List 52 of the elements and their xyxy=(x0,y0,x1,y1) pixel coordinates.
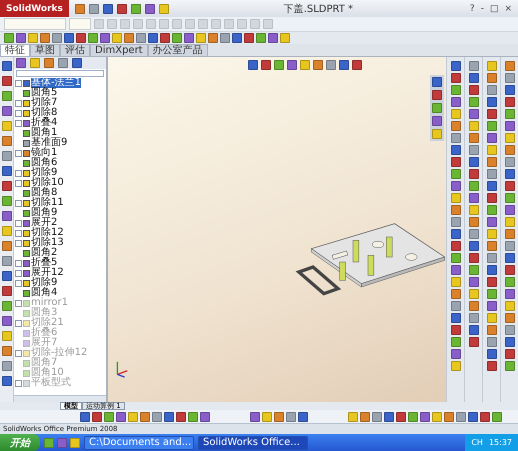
tree-item[interactable]: 切除12 xyxy=(14,228,106,238)
clock: 15:37 xyxy=(488,438,512,447)
tree-item[interactable]: 切除9 xyxy=(14,278,106,288)
taskbar-button[interactable]: SolidWorks Office... xyxy=(198,436,308,450)
font-field[interactable] xyxy=(4,18,66,30)
tree-item[interactable]: 圆角6 xyxy=(14,158,106,168)
expand-icon[interactable] xyxy=(15,320,22,326)
tree-item[interactable]: 圆角5 xyxy=(14,88,106,98)
tree-item[interactable]: 圆角2 xyxy=(14,248,106,258)
expand-icon[interactable] xyxy=(15,380,22,386)
taskbar-button[interactable]: C:\Documents and... xyxy=(84,436,194,450)
tree-item[interactable]: 切除13 xyxy=(14,238,106,248)
expand-icon[interactable] xyxy=(15,200,22,206)
tree-item[interactable]: 圆角9 xyxy=(14,208,106,218)
size-field[interactable] xyxy=(69,18,91,30)
tool-icon[interactable] xyxy=(144,4,155,14)
expand-icon[interactable] xyxy=(15,300,22,306)
app-logo[interactable]: SolidWorks xyxy=(0,0,69,17)
tab[interactable]: 办公室产品 xyxy=(148,44,208,56)
expand-icon[interactable] xyxy=(15,350,22,356)
window-button[interactable]: - xyxy=(478,4,486,14)
tree-item[interactable]: 切除10 xyxy=(14,178,106,188)
tool-icon[interactable] xyxy=(116,4,127,14)
tree-item[interactable]: 切除7 xyxy=(14,98,106,108)
tab[interactable]: 草图 xyxy=(30,44,60,56)
tree-item[interactable]: 展开12 xyxy=(14,268,106,278)
tree-item[interactable]: 折叠4 xyxy=(14,118,106,128)
tree-item[interactable]: 圆角8 xyxy=(14,188,106,198)
tree-item[interactable]: 圆角4 xyxy=(14,288,106,298)
window-button[interactable]: × xyxy=(502,4,514,14)
tool-icon[interactable] xyxy=(102,4,113,14)
tool-icon[interactable] xyxy=(74,4,85,14)
tree-item[interactable]: 切除9 xyxy=(14,168,106,178)
window-button[interactable]: □ xyxy=(488,4,500,14)
tab[interactable]: DimXpert xyxy=(90,44,148,56)
tree-item[interactable]: 切除8 xyxy=(14,108,106,118)
tree-item[interactable]: 基准面9 xyxy=(14,138,106,148)
scrollbar[interactable] xyxy=(14,395,106,402)
window-title: 下盖.SLDPRT * xyxy=(282,2,354,16)
expand-icon[interactable] xyxy=(15,150,22,156)
window-button[interactable]: ? xyxy=(468,4,477,14)
tree-item[interactable]: 折叠5 xyxy=(14,258,106,268)
tool-icon[interactable] xyxy=(88,4,99,14)
tab[interactable]: 特征 xyxy=(0,44,30,56)
tool-icon[interactable] xyxy=(130,4,141,14)
tab[interactable]: 评估 xyxy=(60,44,90,56)
filter-field[interactable] xyxy=(16,70,104,77)
tree-item[interactable]: 圆角1 xyxy=(14,128,106,138)
tree-item[interactable]: 切除11 xyxy=(14,198,106,208)
tree-item[interactable]: 镜向1 xyxy=(14,148,106,158)
tree-item[interactable]: 展开2 xyxy=(14,218,106,228)
expand-icon[interactable] xyxy=(15,80,22,86)
